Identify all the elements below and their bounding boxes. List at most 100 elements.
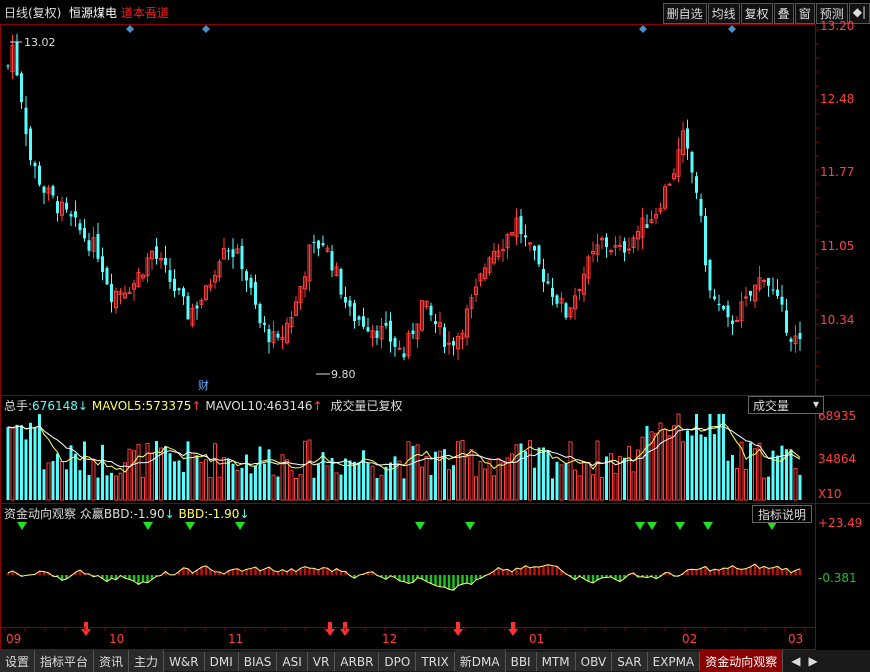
- candle-body: [339, 269, 343, 295]
- volume-unit: X10: [818, 487, 842, 501]
- tab-settings[interactable]: 设置: [0, 650, 36, 672]
- chart-canvas[interactable]: 13.20 12.48 11.77 11.05 10.34 13.02 9.80…: [0, 0, 870, 650]
- tab-news[interactable]: 资讯: [94, 650, 130, 672]
- volume-bar: [110, 472, 113, 500]
- sell-signal-marker: [415, 522, 425, 530]
- tab-wr[interactable]: W&R: [164, 651, 205, 671]
- tab-obv[interactable]: OBV: [575, 651, 613, 671]
- candle-body: [713, 296, 716, 300]
- volume-bar: [577, 475, 582, 501]
- volume-bar: [321, 452, 325, 500]
- candle-body: [443, 327, 446, 347]
- volume-bar: [749, 442, 752, 500]
- sell-signal-marker: [17, 522, 27, 530]
- volume-bar: [780, 445, 784, 500]
- volume-bar: [231, 463, 235, 500]
- volume-bar: [524, 451, 527, 500]
- tab-expma[interactable]: EXPMA: [647, 651, 701, 671]
- candle-body: [186, 296, 190, 320]
- volume-bar: [389, 462, 392, 500]
- volume-bar: [267, 449, 271, 500]
- volume-bar: [447, 469, 451, 501]
- tab-indicator-platform[interactable]: 指标平台: [35, 650, 95, 672]
- candle-body: [353, 303, 356, 322]
- sell-signal-marker: [647, 522, 657, 530]
- candle-body: [686, 128, 689, 149]
- volume-bar: [20, 425, 23, 500]
- volume-bar: [762, 477, 766, 501]
- tab-sar[interactable]: SAR: [612, 651, 648, 671]
- volume-bar: [240, 467, 244, 500]
- volume-bar: [667, 435, 672, 501]
- sell-signal-marker: [635, 522, 645, 530]
- candle-body: [56, 201, 59, 214]
- indicator-help-button[interactable]: 指标说明: [752, 505, 813, 523]
- mavol5-value: 573375: [145, 399, 192, 413]
- tab-fund-flow[interactable]: 资金动向观察: [700, 650, 784, 672]
- finance-marker[interactable]: 财: [198, 378, 209, 392]
- candle-body: [330, 251, 334, 271]
- candle-body: [33, 162, 37, 167]
- tab-mtm[interactable]: MTM: [536, 651, 576, 671]
- volume-bar: [731, 454, 734, 500]
- price-label-2: 12.48: [820, 92, 854, 106]
- candle-body: [434, 321, 437, 325]
- volume-bar: [298, 474, 303, 501]
- tab-main-force[interactable]: 主力: [129, 650, 165, 672]
- sell-signal-marker: [767, 522, 777, 530]
- candle-body: [501, 248, 505, 251]
- volume-bar: [753, 448, 757, 501]
- volume-bar: [46, 462, 51, 501]
- candle-body: [164, 257, 167, 265]
- total-volume-value: 676148: [32, 399, 78, 413]
- chevron-left-icon[interactable]: ◀: [791, 654, 800, 668]
- candle-body: [690, 151, 694, 173]
- candle-body: [42, 186, 46, 193]
- tab-arbr[interactable]: ARBR: [335, 651, 380, 671]
- volume-bar: [591, 474, 595, 501]
- volume-bar: [379, 474, 384, 501]
- candle-body: [627, 248, 631, 251]
- volume-bar: [60, 461, 64, 501]
- volume-bar: [217, 476, 222, 501]
- volume-bar: [254, 465, 257, 500]
- volume-bar: [177, 460, 181, 500]
- volume-bar: [726, 460, 730, 500]
- date-label-02: 02: [682, 632, 697, 646]
- tab-dmi[interactable]: DMI: [204, 651, 239, 671]
- candle-body: [429, 305, 433, 316]
- candle-body: [542, 269, 545, 282]
- volume-bar: [744, 469, 748, 501]
- price-label-4: 11.05: [820, 239, 854, 253]
- volume-selector[interactable]: 成交量 ▾: [748, 396, 824, 414]
- volume-bar: [362, 450, 365, 500]
- tab-bias[interactable]: BIAS: [238, 651, 278, 671]
- candle-body: [384, 322, 388, 326]
- down-arrow-icon: ↓: [77, 399, 88, 413]
- tab-new-dma[interactable]: 新DMA: [454, 650, 506, 672]
- candle-body: [366, 327, 370, 332]
- candle-body: [317, 240, 320, 249]
- tab-bbi[interactable]: BBI: [505, 651, 537, 671]
- volume-bar: [114, 475, 118, 501]
- tab-trix[interactable]: TRIX: [416, 651, 455, 671]
- volume-bar: [136, 443, 141, 501]
- tab-vr[interactable]: VR: [307, 651, 336, 671]
- volume-bar: [118, 472, 123, 501]
- volume-bar: [573, 469, 577, 501]
- date-label-09: 09: [6, 632, 21, 646]
- tab-asi[interactable]: ASI: [277, 651, 308, 671]
- volume-bar: [69, 445, 73, 500]
- volume-bar: [564, 463, 568, 500]
- candle-body: [717, 303, 721, 306]
- volume-bar: [658, 422, 663, 501]
- volume-bar: [546, 450, 550, 500]
- volume-bar: [263, 463, 266, 500]
- volume-selector-value: 成交量: [753, 399, 790, 413]
- chevron-right-icon[interactable]: ▶: [808, 654, 817, 668]
- candle-body: [357, 316, 361, 320]
- candle-body: [240, 246, 244, 270]
- tab-dpo[interactable]: DPO: [379, 651, 417, 671]
- volume-bar: [469, 448, 474, 501]
- volume-bar: [568, 441, 573, 501]
